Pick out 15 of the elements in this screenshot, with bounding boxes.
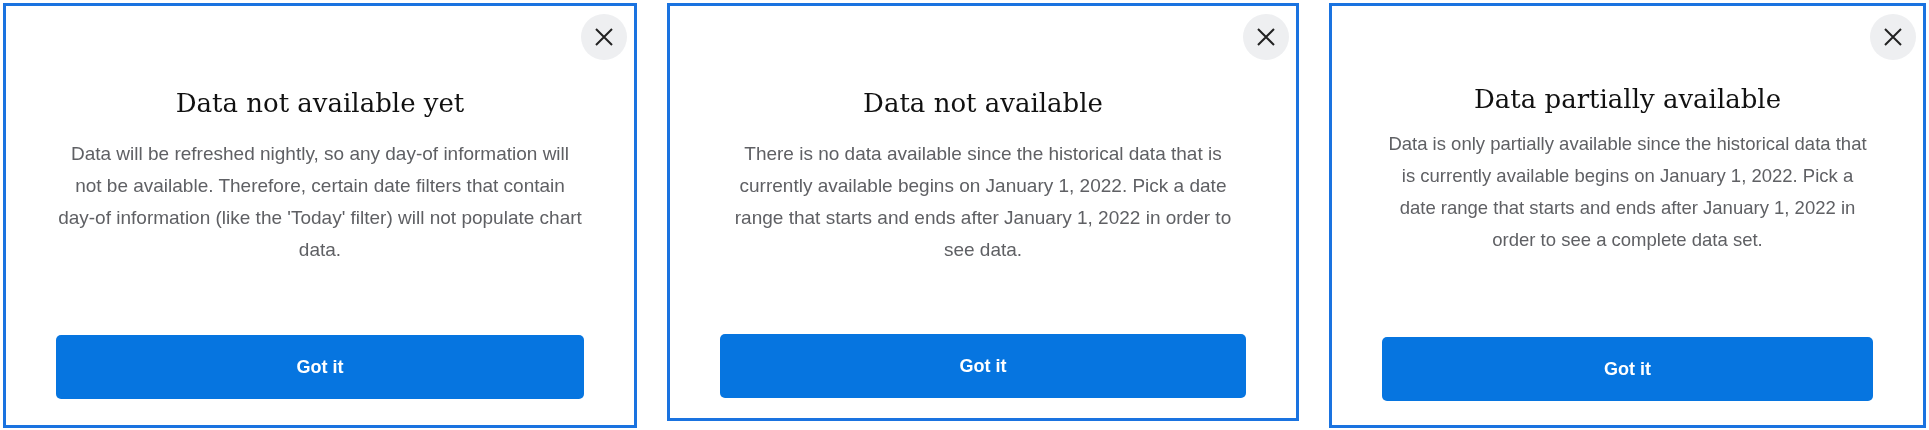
dialog-message: Data is only partially available since the historical data that is currently available begins on January 1, 2022. Pick a date range that starts and ends after January 1, 2022 in order to see a complete data set. xyxy=(1387,132,1868,252)
dialog-title: Data not available yet xyxy=(175,88,465,118)
dialog-title: Data not available xyxy=(863,88,1103,118)
got-it-button[interactable]: Got it xyxy=(720,334,1246,398)
close-icon xyxy=(1256,27,1276,47)
close-button[interactable] xyxy=(1870,14,1916,60)
got-it-button[interactable]: Got it xyxy=(56,335,584,399)
close-button[interactable] xyxy=(581,14,627,60)
got-it-button[interactable]: Got it xyxy=(1382,337,1873,401)
dialog-message: Data will be refreshed nightly, so any day-of information will not be available. Therefore, certain date filters that contain day-of information (like the 'Today' filter) will not populate chart data. xyxy=(57,142,583,262)
dialog-message: There is no data available since the historical data that is currently available begins on January 1, 2022. Pick a date range that starts and ends after January 1, 2022 in order to see data. xyxy=(733,142,1233,262)
dialog-title: Data partially available xyxy=(1473,84,1782,114)
close-button[interactable] xyxy=(1243,14,1289,60)
close-icon xyxy=(594,27,614,47)
close-icon xyxy=(1883,27,1903,47)
